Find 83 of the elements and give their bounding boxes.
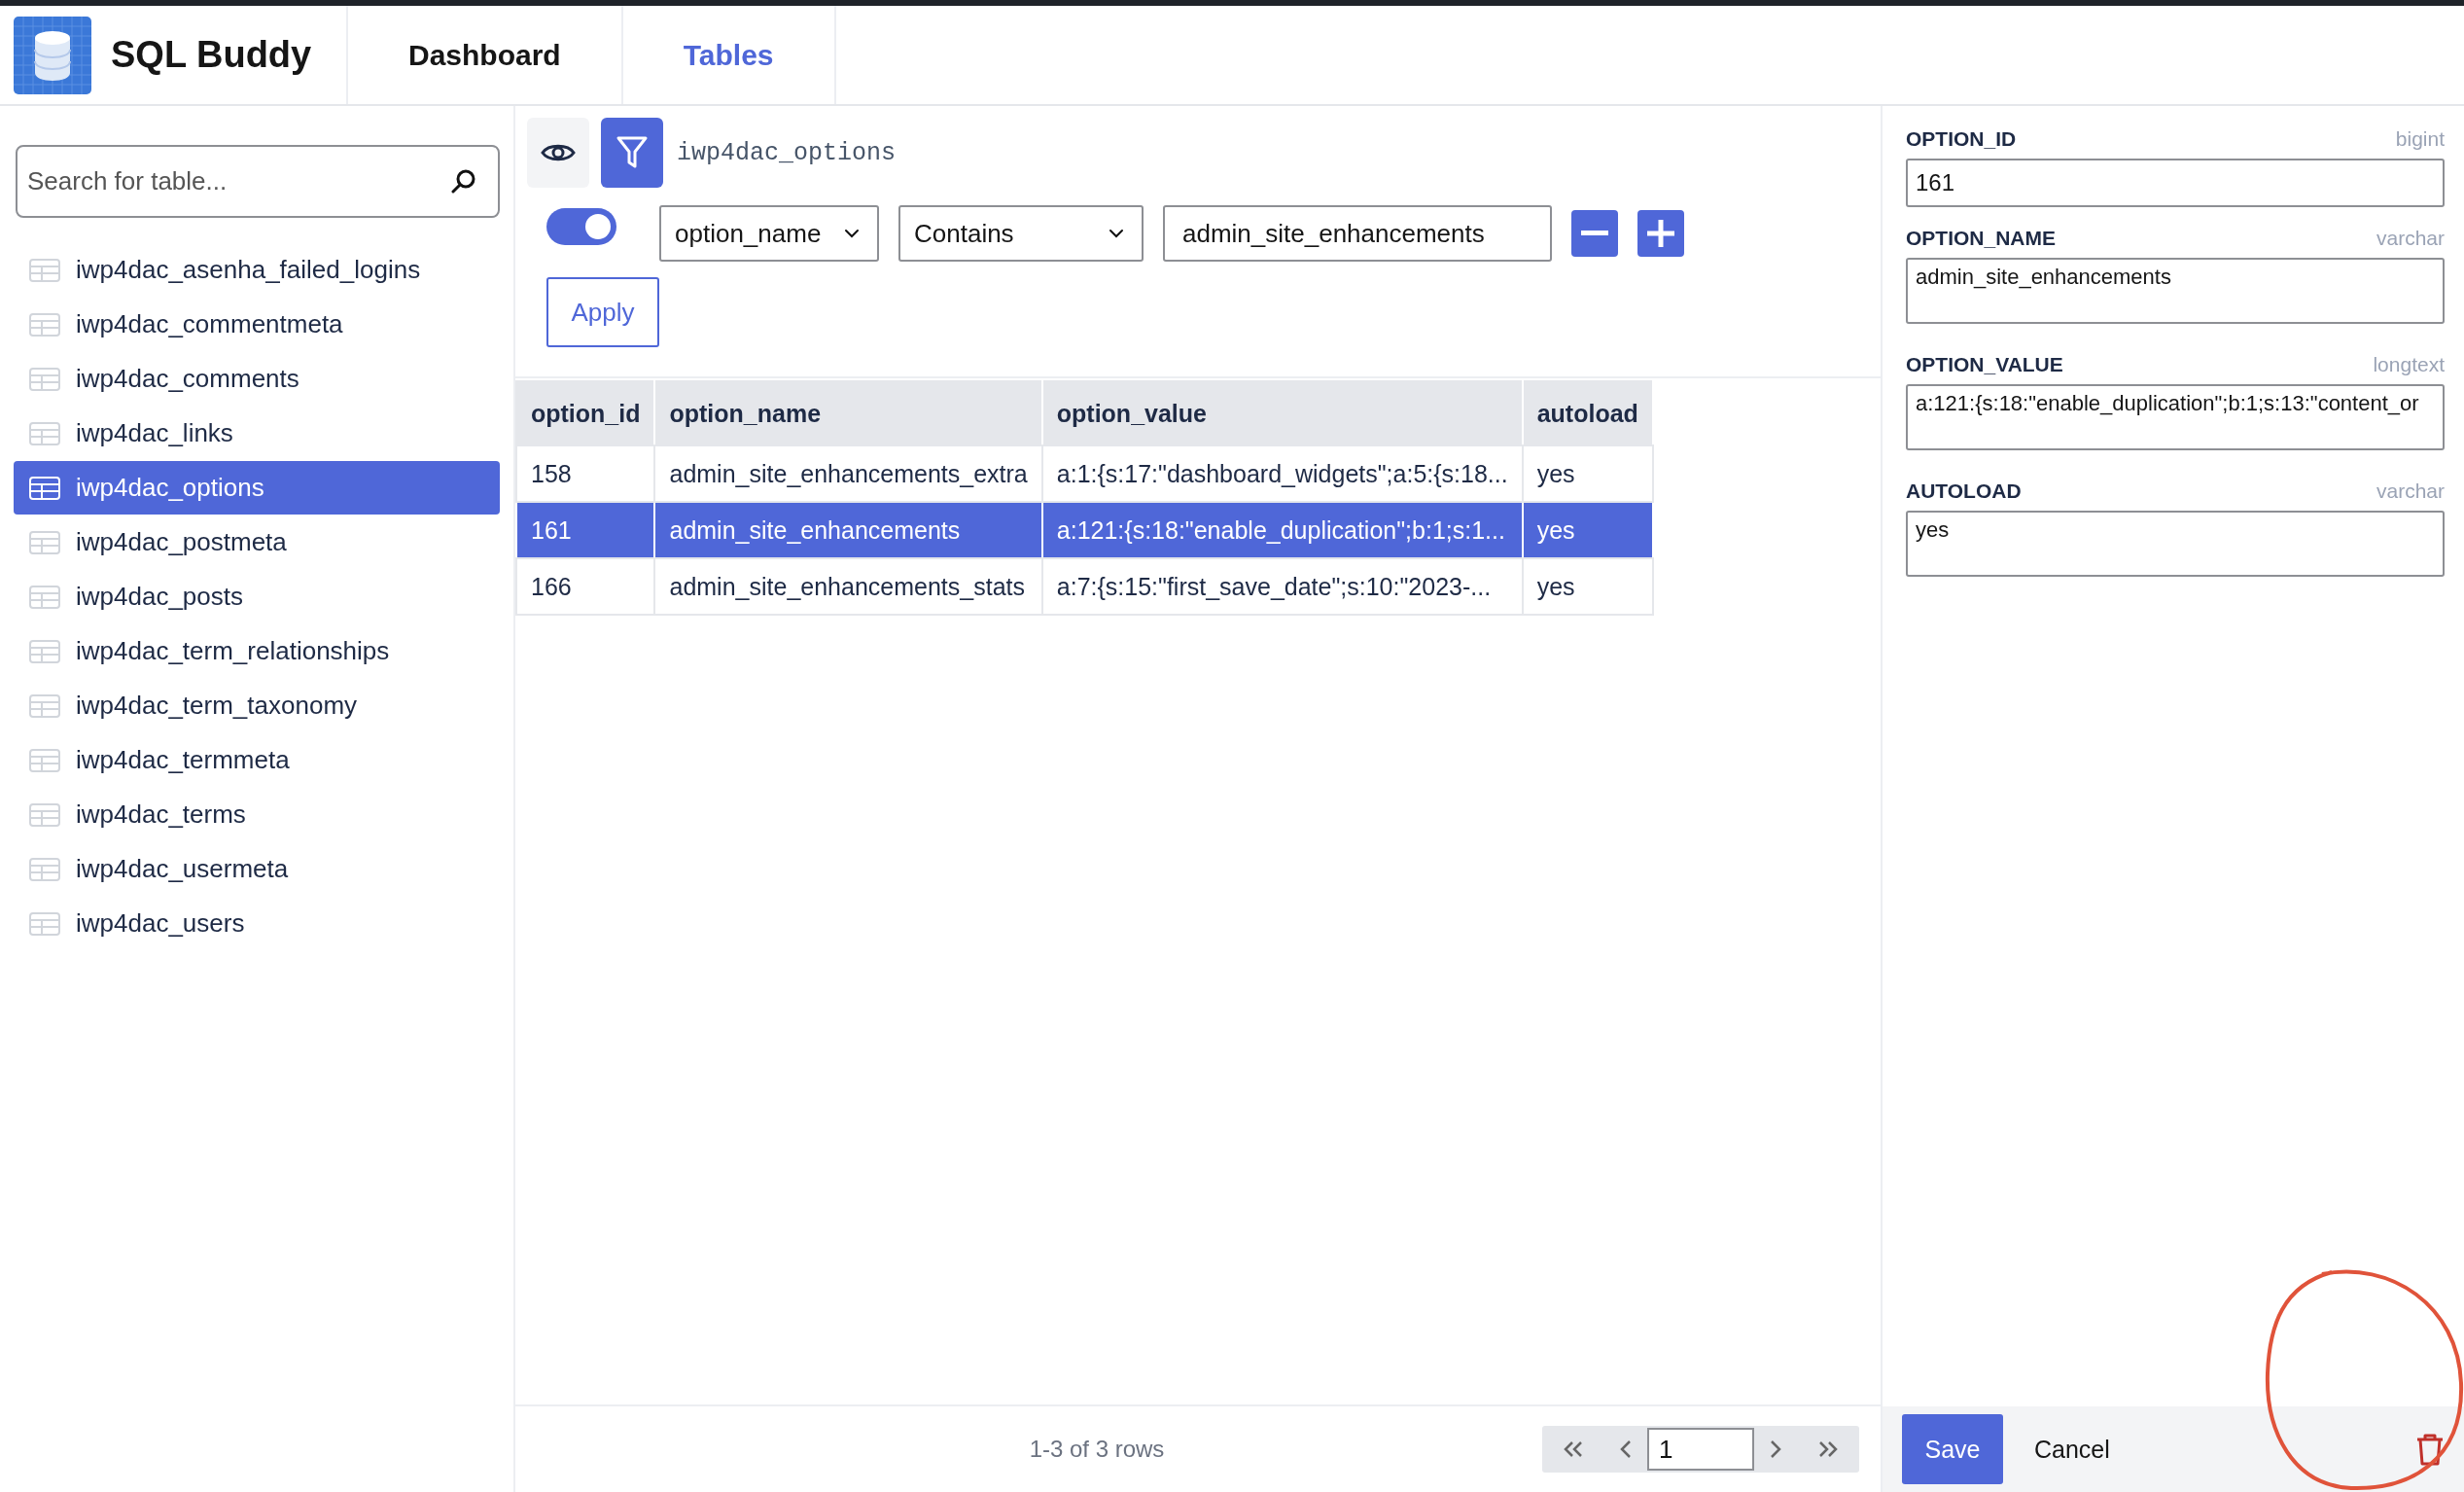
field-label: OPTION_NAME xyxy=(1906,227,2056,250)
table-icon xyxy=(29,530,60,554)
table-icon xyxy=(29,857,60,881)
column-header[interactable]: autoload xyxy=(1522,381,1653,445)
column-select[interactable]: option_name xyxy=(659,205,879,262)
database-logo-icon xyxy=(14,16,91,94)
table-list-item[interactable]: iwp4dac_terms xyxy=(14,788,500,841)
chevron-down-icon xyxy=(1109,229,1124,238)
field-label: AUTOLOAD xyxy=(1906,480,2022,503)
table-icon xyxy=(29,802,60,827)
table-list-item[interactable]: iwp4dac_commentmeta xyxy=(14,298,500,351)
column-header[interactable]: option_value xyxy=(1041,381,1523,445)
table-cell: admin_site_enhancements xyxy=(654,502,1042,558)
plus-icon xyxy=(1647,220,1674,247)
table-cell: a:121:{s:18:"enable_duplication";b:1;s:1... xyxy=(1041,502,1523,558)
app-title: SQL Buddy xyxy=(111,34,312,76)
row-count: 1-3 of 3 rows xyxy=(1028,1436,1166,1463)
filter-toggle[interactable] xyxy=(546,208,616,245)
table-icon xyxy=(29,639,60,663)
search-icon xyxy=(451,168,476,194)
field-type: longtext xyxy=(2373,353,2445,376)
table-icon xyxy=(29,367,60,391)
table-cell: 166 xyxy=(516,558,655,615)
table-list-item[interactable]: iwp4dac_posts xyxy=(14,570,500,623)
search-field[interactable]: Search for table... xyxy=(16,145,500,218)
column-header[interactable]: option_name xyxy=(654,381,1042,445)
table-icon xyxy=(29,585,60,609)
text-area[interactable]: yes xyxy=(1906,511,2445,577)
remove-filter-button[interactable] xyxy=(1571,210,1618,257)
filter-icon xyxy=(616,135,649,170)
apply-button[interactable]: Apply xyxy=(546,277,659,347)
eye-button[interactable] xyxy=(527,118,589,188)
text-area[interactable]: admin_site_enhancements xyxy=(1906,258,2445,324)
field-label: OPTION_VALUE xyxy=(1906,353,2063,376)
field-type: varchar xyxy=(2376,480,2445,503)
chevron-right-icon xyxy=(1770,1439,1781,1459)
table-list-item[interactable]: iwp4dac_users xyxy=(14,897,500,950)
minus-icon xyxy=(1581,231,1608,236)
chevron-left-icon xyxy=(1620,1439,1632,1459)
table-list-item[interactable]: iwp4dac_postmeta xyxy=(14,515,500,569)
table-cell: yes xyxy=(1522,558,1653,615)
delete-button[interactable] xyxy=(2415,1433,2445,1466)
table-name: iwp4dac_options xyxy=(677,138,897,167)
table-list-item[interactable]: iwp4dac_asenha_failed_logins xyxy=(14,243,500,297)
field-type: bigint xyxy=(2395,127,2445,151)
operator-select[interactable]: Contains xyxy=(898,205,1144,262)
double-chevron-left-icon xyxy=(1562,1440,1585,1458)
table-list-item[interactable]: iwp4dac_comments xyxy=(14,352,500,406)
table-cell: 161 xyxy=(516,502,655,558)
chevron-down-icon xyxy=(844,229,860,238)
table-list-item[interactable]: iwp4dac_links xyxy=(14,407,500,460)
filter-value-field[interactable]: admin_site_enhancements xyxy=(1163,205,1552,262)
table-row[interactable]: 166 admin_site_enhancements_stats a:7:{s:15:"first_save_date";s:10:"2023-... yes xyxy=(516,558,1653,615)
table-list-item[interactable]: iwp4dac_options xyxy=(14,461,500,515)
table-icon xyxy=(29,693,60,718)
field-label: OPTION_ID xyxy=(1906,127,2017,151)
filter-button[interactable] xyxy=(601,118,663,188)
input-field[interactable]: 161 xyxy=(1906,159,2445,207)
text-area[interactable]: a:121:{s:18:"enable_duplication";b:1;s:13:"content_or xyxy=(1906,384,2445,450)
add-filter-button[interactable] xyxy=(1637,210,1684,257)
table-icon xyxy=(29,911,60,936)
table-list-item[interactable]: iwp4dac_term_taxonomy xyxy=(14,679,500,732)
table-icon xyxy=(29,312,60,337)
table-list-item[interactable]: iwp4dac_term_relationships xyxy=(14,624,500,678)
double-chevron-right-icon xyxy=(1816,1440,1840,1458)
nav-tab[interactable]: Tables xyxy=(622,6,836,104)
table-list-item[interactable]: iwp4dac_termmeta xyxy=(14,733,500,787)
table-cell: yes xyxy=(1522,502,1653,558)
table-cell: admin_site_enhancements_stats xyxy=(654,558,1042,615)
trash-icon xyxy=(2415,1433,2445,1466)
table-row[interactable]: 161 admin_site_enhancements a:121:{s:18:"enable_duplication";b:1;s:1... yes xyxy=(516,502,1653,558)
table-icon xyxy=(29,421,60,445)
table-icon xyxy=(29,748,60,772)
table-icon xyxy=(29,258,60,282)
nav-tab[interactable]: Dashboard xyxy=(348,6,623,104)
table-list-item[interactable]: iwp4dac_usermeta xyxy=(14,842,500,896)
table-icon xyxy=(29,476,60,500)
table-cell: a:7:{s:15:"first_save_date";s:10:"2023-... xyxy=(1041,558,1523,615)
field-type: varchar xyxy=(2376,227,2445,250)
save-button[interactable]: Save xyxy=(1902,1414,2003,1484)
page-number-field[interactable]: 1 xyxy=(1647,1428,1754,1471)
column-header[interactable]: option_id xyxy=(516,381,655,445)
cancel-button[interactable]: Cancel xyxy=(2026,1427,2118,1472)
